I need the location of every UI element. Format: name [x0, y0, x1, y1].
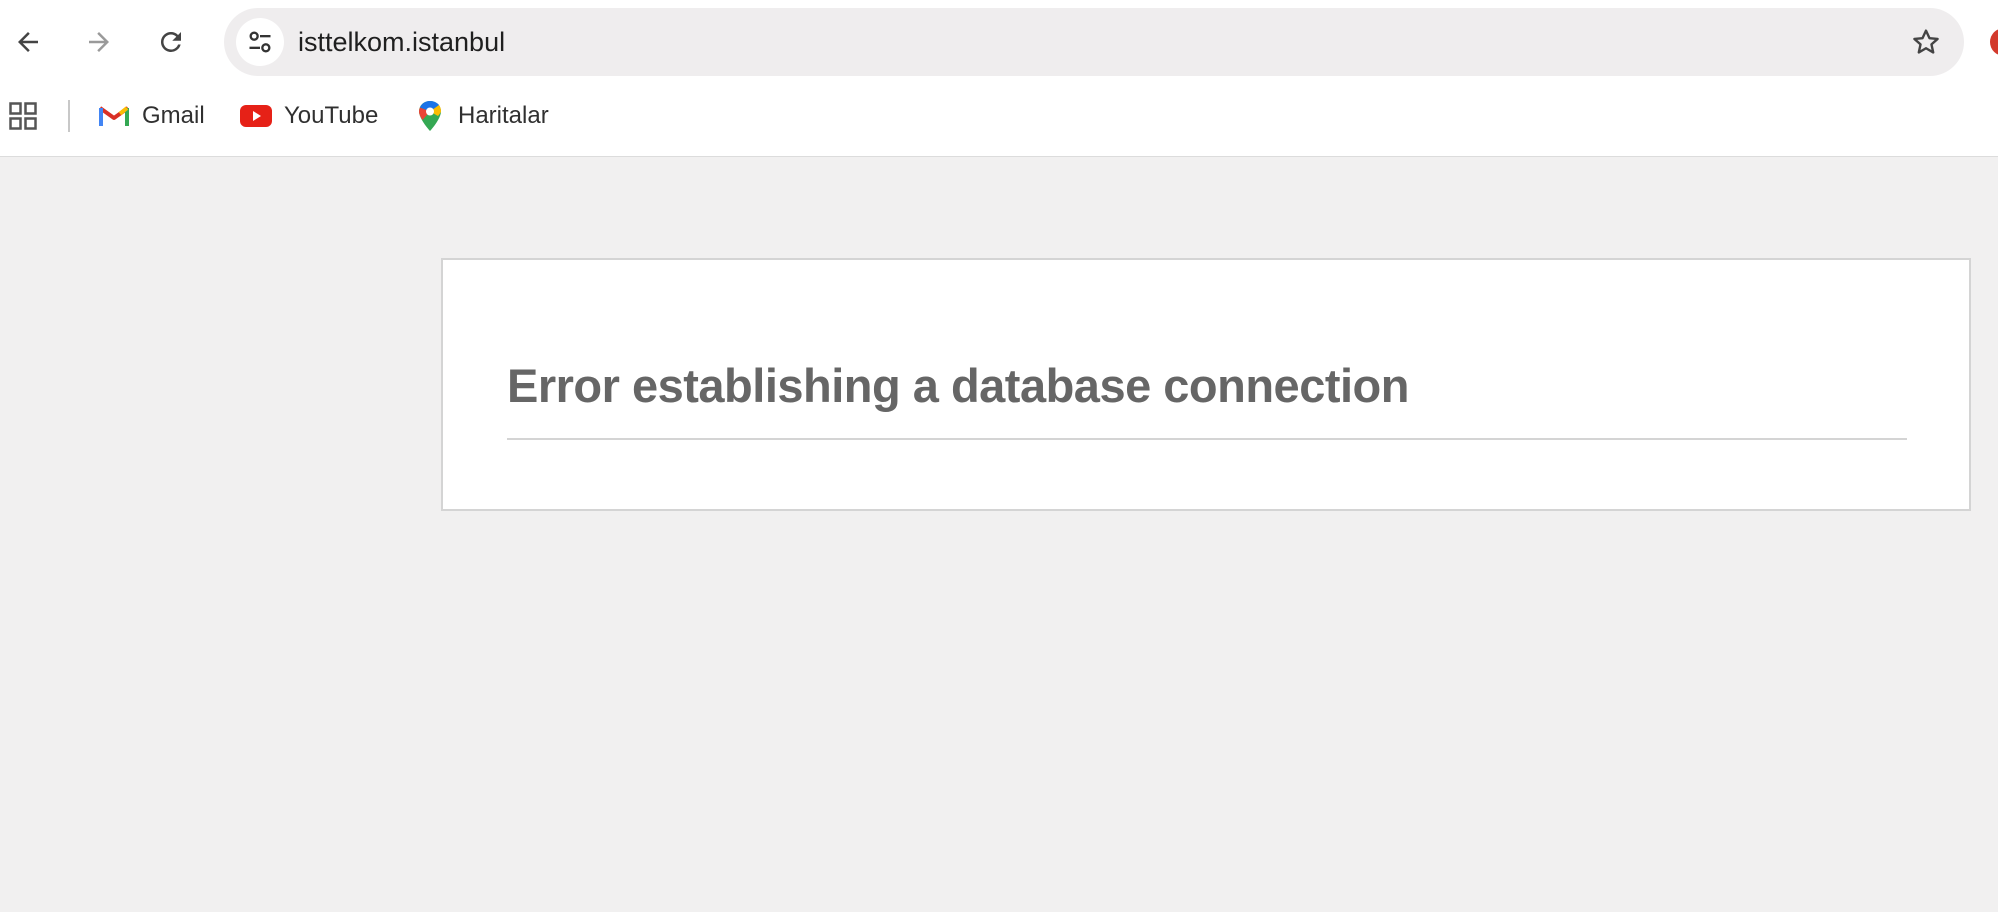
back-button[interactable] [4, 18, 52, 66]
maps-pin-icon [414, 101, 446, 131]
browser-toolbar: isttelkom.istanbul [0, 0, 1998, 84]
error-title: Error establishing a database connection [507, 359, 1409, 412]
url-text[interactable]: isttelkom.istanbul [298, 8, 505, 76]
bookmark-label: Haritalar [458, 102, 549, 129]
reload-icon [160, 31, 181, 52]
bookmark-maps[interactable]: Haritalar [414, 88, 549, 144]
arrow-right-icon [89, 32, 109, 52]
bookmark-star-button[interactable] [1906, 22, 1946, 62]
gmail-icon [98, 102, 130, 130]
address-bar[interactable]: isttelkom.istanbul [224, 8, 1964, 76]
reload-button[interactable] [147, 18, 195, 66]
bookmark-youtube[interactable]: YouTube [240, 88, 378, 144]
bookmark-gmail[interactable]: Gmail [98, 88, 205, 144]
apps-grid-icon[interactable] [8, 101, 38, 131]
bookmark-label: Gmail [142, 102, 205, 129]
bookmarks-bar: Gmail YouTube Haritalar [0, 88, 1998, 144]
page-content: Error establishing a database connection [0, 157, 1998, 912]
browser-chrome: isttelkom.istanbul Gmail YouTube Harital… [0, 0, 1998, 157]
arrow-left-icon [18, 32, 38, 52]
bookmark-label: YouTube [284, 102, 379, 129]
youtube-icon [240, 102, 272, 130]
star-icon [1913, 29, 1939, 54]
tune-icon [249, 31, 271, 53]
site-info-button[interactable] [236, 18, 284, 66]
profile-avatar[interactable] [1990, 28, 1998, 56]
forward-button[interactable] [75, 18, 123, 66]
bookmarks-separator [68, 100, 70, 132]
error-box: Error establishing a database connection [441, 258, 1971, 511]
error-divider [507, 438, 1907, 440]
